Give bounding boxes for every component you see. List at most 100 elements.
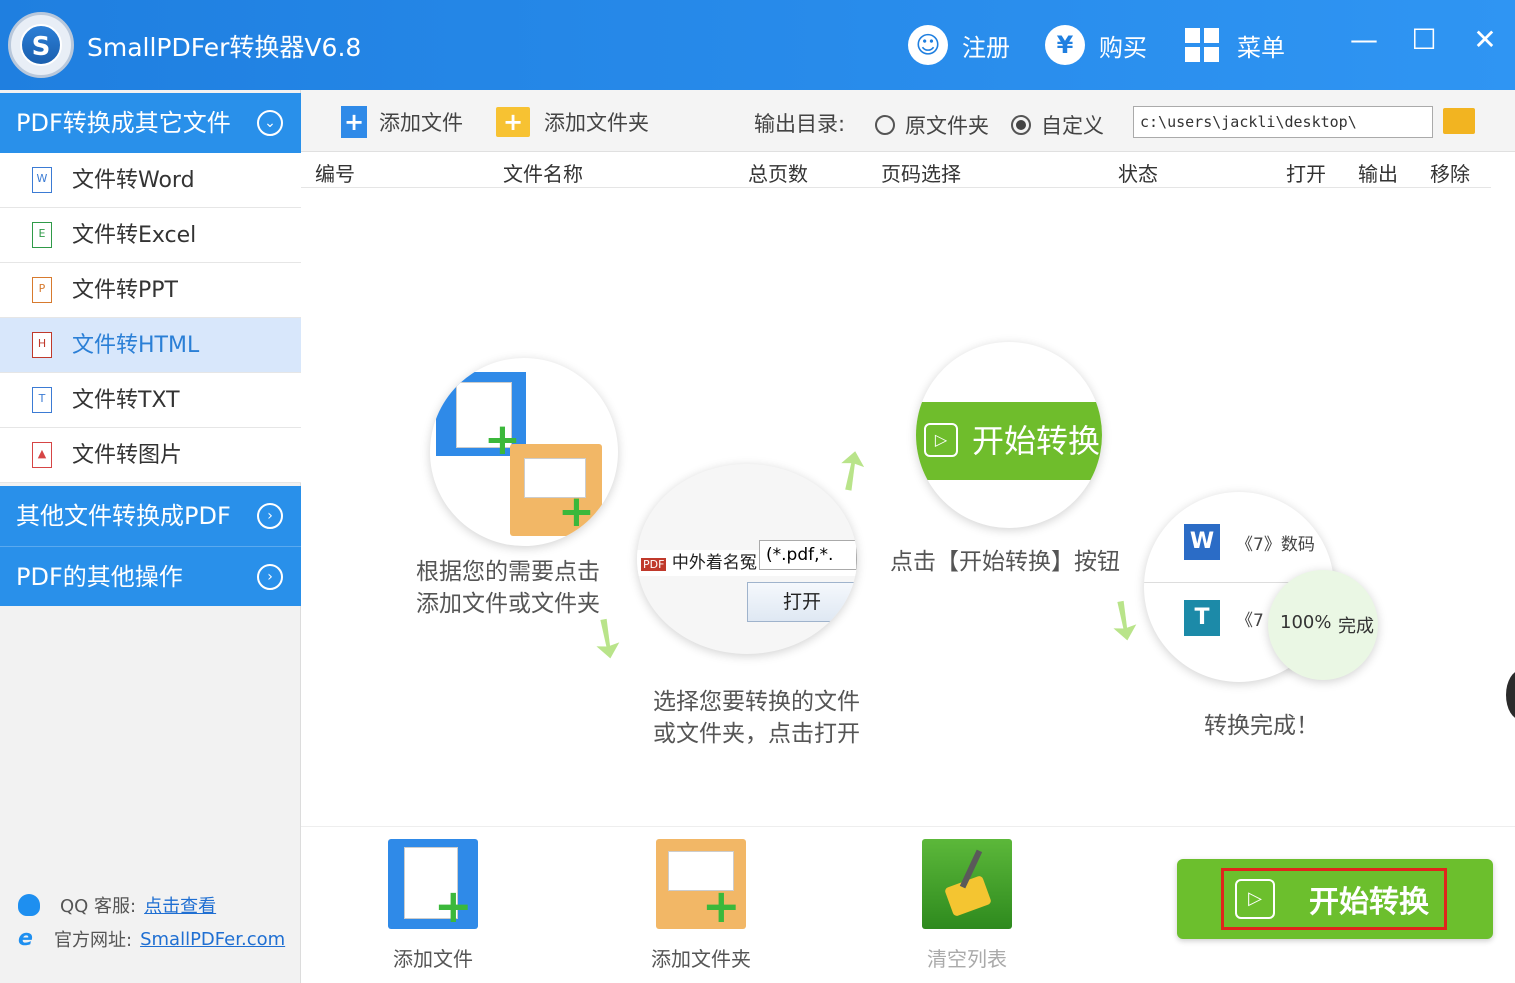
- browser-icon: e: [18, 926, 33, 951]
- step2-open-button: 打开: [747, 582, 857, 622]
- step4-progress-bubble: 100% 完成: [1268, 570, 1378, 680]
- category-other-to-pdf[interactable]: 其他文件转换成PDF ›: [0, 486, 301, 546]
- menu-button[interactable]: 菜单: [1185, 22, 1285, 68]
- app-title: SmallPDFer转换器V6.8: [87, 33, 362, 62]
- add-folder-label: 添加文件夹: [544, 111, 649, 135]
- minimize-button[interactable]: —: [1344, 20, 1384, 60]
- sidebar-item-label: 文件转PPT: [72, 278, 178, 303]
- sidebar-item-label: 文件转图片: [72, 443, 183, 468]
- col-status: 状态: [1118, 162, 1158, 186]
- user-icon: ☺: [908, 25, 948, 65]
- col-total-pages: 总页数: [748, 162, 808, 186]
- buy-label: 购买: [1099, 33, 1147, 62]
- radio-circle-selected: [1011, 115, 1031, 135]
- add-file-icon: +: [341, 106, 367, 138]
- col-open: 打开: [1286, 162, 1326, 186]
- register-button[interactable]: ☺ 注册: [908, 22, 1010, 68]
- bottom-clear-list-button[interactable]: 清空列表: [922, 839, 1012, 972]
- start-convert-label: 开始转换: [1309, 885, 1429, 920]
- file-table-header: 编号 文件名称 总页数 页码选择 状态 打开 输出 移除: [301, 152, 1491, 188]
- bottom-action-bar: + 添加文件 + 添加文件夹 清空列表 ▷ 开始转换: [301, 826, 1515, 983]
- step1-text: 根据您的需要点击 添加文件或文件夹: [416, 559, 600, 617]
- sidebar: PDF转换成其它文件 ⌄ W 文件转Word E 文件转Excel P 文件转P…: [0, 90, 301, 983]
- bottom-add-folder-button[interactable]: + 添加文件夹: [651, 839, 751, 972]
- sidebar-item-html[interactable]: H 文件转HTML: [0, 318, 301, 373]
- category-label: PDF的其他操作: [16, 563, 183, 591]
- browse-folder-icon[interactable]: [1443, 108, 1475, 134]
- category-pdf-other-ops[interactable]: PDF的其他操作 ›: [0, 546, 301, 606]
- buy-button[interactable]: ¥ 购买: [1045, 22, 1147, 68]
- sidebar-item-word[interactable]: W 文件转Word: [0, 153, 301, 208]
- add-file-label: 添加文件: [379, 111, 463, 135]
- radio-original-label: 原文件夹: [905, 114, 989, 138]
- menu-label: 菜单: [1237, 33, 1285, 62]
- play-icon: ▷: [1235, 879, 1275, 919]
- register-label: 注册: [962, 33, 1010, 62]
- qq-label: QQ 客服:: [60, 896, 137, 917]
- step2-filename: 中外着名冤: [671, 553, 757, 573]
- add-file-button[interactable]: + 添加文件: [341, 104, 463, 140]
- html-file-icon: H: [32, 332, 52, 358]
- sidebar-item-label: 文件转Excel: [72, 223, 197, 248]
- app-window: S SmallPDFer转换器V6.8 ☺ 注册 ¥ 购买 菜单 — ☐ ✕ P…: [0, 0, 1515, 983]
- support-info: QQ 客服: 点击查看 e 官方网址: SmallPDFer.com: [18, 888, 298, 956]
- radio-custom-label: 自定义: [1041, 114, 1104, 138]
- bottom-add-folder-label: 添加文件夹: [651, 947, 751, 971]
- step4-row1: 《7》数码: [1236, 535, 1315, 555]
- radio-custom-folder[interactable]: 自定义: [1011, 110, 1104, 140]
- excel-file-icon: E: [32, 222, 52, 248]
- close-button[interactable]: ✕: [1465, 20, 1505, 60]
- bottom-add-file-label: 添加文件: [393, 947, 473, 971]
- site-link[interactable]: SmallPDFer.com: [140, 929, 285, 950]
- radio-original-folder[interactable]: 原文件夹: [875, 110, 989, 140]
- chevron-right-icon: ›: [257, 503, 283, 529]
- sidebar-item-image[interactable]: ▲ 文件转图片: [0, 428, 301, 483]
- plus-icon: +: [558, 486, 595, 537]
- qq-icon: [18, 894, 40, 916]
- col-remove: 移除: [1430, 162, 1470, 186]
- category-label: 其他文件转换成PDF: [16, 502, 231, 530]
- app-logo: S: [8, 12, 74, 78]
- col-page-select: 页码选择: [881, 162, 961, 186]
- play-icon: ▷: [924, 423, 958, 457]
- progress-percent: 100%: [1280, 612, 1332, 633]
- col-output: 输出: [1358, 162, 1398, 186]
- step3-illustration: ▷ 开始转换: [916, 342, 1102, 528]
- add-folder-button[interactable]: + 添加文件夹: [496, 104, 649, 140]
- sidebar-item-excel[interactable]: E 文件转Excel: [0, 208, 301, 263]
- sidebar-item-ppt[interactable]: P 文件转PPT: [0, 263, 301, 318]
- step2-filter: (*.pdf,*.: [759, 540, 857, 570]
- chevron-down-icon: ⌄: [257, 110, 283, 136]
- sidebar-item-label: 文件转Word: [72, 168, 195, 193]
- sidebar-item-label: 文件转TXT: [72, 388, 180, 413]
- broom-icon: [922, 839, 1012, 929]
- bottom-clear-list-label: 清空列表: [927, 947, 1007, 971]
- step1-illustration: + +: [430, 358, 618, 546]
- step2-illustration: PDF 中外着名冤 (*.pdf,*. 打开: [637, 464, 857, 654]
- site-label: 官方网址:: [54, 930, 133, 951]
- category-label: PDF转换成其它文件: [16, 109, 231, 137]
- chevron-right-icon: ›: [257, 564, 283, 590]
- add-file-icon: +: [388, 839, 478, 933]
- step2-text: 选择您要转换的文件 或文件夹，点击打开: [653, 689, 860, 747]
- yen-icon: ¥: [1045, 25, 1085, 65]
- txt-doc-icon: T: [1184, 600, 1220, 636]
- pdf-badge: PDF: [641, 558, 667, 571]
- qq-link[interactable]: 点击查看: [144, 892, 216, 918]
- step4-row2: 《7: [1236, 611, 1264, 631]
- bottom-add-file-button[interactable]: + 添加文件: [388, 839, 478, 972]
- menu-grid-icon: [1185, 28, 1219, 62]
- start-convert-button[interactable]: ▷ 开始转换: [1177, 859, 1493, 939]
- step3-start-button: ▷ 开始转换: [916, 402, 1102, 480]
- word-file-icon: W: [32, 167, 52, 193]
- maximize-button[interactable]: ☐: [1404, 20, 1444, 60]
- step3-text: 点击【开始转换】按钮: [890, 549, 1120, 575]
- image-file-icon: ▲: [32, 442, 52, 468]
- category-pdf-to-other[interactable]: PDF转换成其它文件 ⌄: [0, 93, 301, 153]
- step4-text: 转换完成！: [1204, 713, 1319, 739]
- sidebar-item-txt[interactable]: T 文件转TXT: [0, 373, 301, 428]
- output-path-input[interactable]: c:\users\jackli\desktop\: [1133, 106, 1433, 138]
- progress-status: 完成: [1338, 616, 1374, 637]
- title-bar: S SmallPDFer转换器V6.8 ☺ 注册 ¥ 购买 菜单 — ☐ ✕: [0, 0, 1515, 90]
- side-scroll-handle[interactable]: [1506, 670, 1515, 720]
